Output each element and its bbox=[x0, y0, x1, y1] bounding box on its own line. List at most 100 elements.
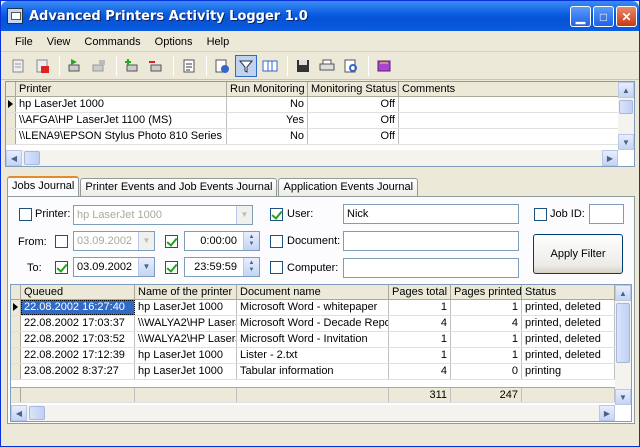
from-date-picker[interactable]: 03.09.2002 ▼ bbox=[73, 231, 155, 251]
from-time-checkbox[interactable] bbox=[165, 235, 178, 248]
col-queued[interactable]: Queued bbox=[21, 285, 135, 299]
tab-jobs-journal[interactable]: Jobs Journal bbox=[7, 176, 80, 196]
close-button[interactable]: ✕ bbox=[616, 6, 637, 27]
to-time-checkbox[interactable] bbox=[165, 261, 178, 274]
filter-button[interactable] bbox=[235, 55, 257, 77]
document-filter-checkbox[interactable] bbox=[270, 235, 283, 248]
user-filter-checkbox[interactable] bbox=[270, 208, 283, 221]
col-document-name[interactable]: Document name bbox=[237, 285, 389, 299]
tab-printer-events[interactable]: Printer Events and Job Events Journal bbox=[80, 178, 278, 196]
to-date-checkbox[interactable] bbox=[55, 261, 68, 274]
maximize-icon: □ bbox=[599, 9, 608, 24]
col-printer[interactable]: Printer bbox=[16, 82, 227, 96]
columns-icon bbox=[262, 60, 278, 72]
printer-row[interactable]: \\AFGA\HP LaserJet 1100 (MS) Yes Off bbox=[6, 113, 634, 129]
scroll-up-icon[interactable]: ▲ bbox=[618, 82, 634, 98]
printer-properties-button[interactable] bbox=[178, 55, 200, 77]
save-button[interactable] bbox=[292, 55, 314, 77]
scroll-left-icon[interactable]: ◀ bbox=[6, 150, 22, 166]
scroll-right-icon[interactable]: ▶ bbox=[599, 405, 615, 421]
close-icon: ✕ bbox=[621, 9, 632, 24]
apply-filter-button[interactable]: Apply Filter bbox=[533, 234, 623, 274]
printers-grid: Printer Run Monitoring Monitoring Status… bbox=[5, 81, 635, 167]
job-row[interactable]: 22.08.2002 17:12:39 hp LaserJet 1000 Lis… bbox=[11, 348, 631, 364]
print-preview-button[interactable] bbox=[340, 55, 362, 77]
spin-icon[interactable]: ▲ ▼ bbox=[243, 258, 259, 276]
job-row[interactable]: 23.08.2002 8:37:27 hp LaserJet 1000 Tabu… bbox=[11, 364, 631, 380]
to-time-input[interactable]: 23:59:59 ▲ ▼ bbox=[184, 257, 260, 277]
menu-help[interactable]: Help bbox=[200, 36, 237, 48]
jobid-filter-checkbox[interactable] bbox=[534, 208, 547, 221]
computer-filter-checkbox[interactable] bbox=[270, 261, 283, 274]
jobid-input[interactable] bbox=[589, 204, 624, 224]
tab-application-events[interactable]: Application Events Journal bbox=[278, 178, 419, 196]
job-row[interactable]: 22.08.2002 17:03:52 \\WALYA2\HP LaserJet… bbox=[11, 332, 631, 348]
job-row[interactable]: 22.08.2002 16:27:40 hp LaserJet 1000 Mic… bbox=[11, 300, 631, 316]
print-button[interactable] bbox=[316, 55, 338, 77]
jobs-vscroll[interactable]: ▲ ▼ bbox=[615, 285, 631, 405]
spin-icon[interactable]: ▲ ▼ bbox=[243, 232, 259, 250]
to-date-picker[interactable]: 03.09.2002 ▼ bbox=[73, 257, 155, 277]
minimize-icon: ▁ bbox=[575, 9, 586, 24]
col-comments[interactable]: Comments bbox=[399, 82, 619, 96]
scroll-right-icon[interactable]: ▶ bbox=[602, 150, 618, 166]
printers-header: Printer Run Monitoring Monitoring Status… bbox=[6, 82, 634, 97]
printers-hscroll[interactable]: ◀ ▶ bbox=[6, 150, 618, 166]
jobs-footer-totals: 311 247 bbox=[11, 387, 615, 403]
printers-vscroll[interactable]: ▲ ▼ bbox=[618, 82, 634, 150]
col-printer-name[interactable]: Name of the printer bbox=[135, 285, 237, 299]
menu-commands[interactable]: Commands bbox=[77, 36, 147, 48]
col-status[interactable]: Status bbox=[522, 285, 615, 299]
menu-file[interactable]: File bbox=[1, 36, 40, 48]
document-input[interactable] bbox=[343, 231, 519, 251]
printer-row[interactable]: hp LaserJet 1000 No Off bbox=[6, 97, 634, 113]
printer-stop-icon bbox=[92, 60, 105, 72]
add-printer-button[interactable] bbox=[121, 55, 143, 77]
job-row[interactable]: 22.08.2002 17:03:37 \\WALYA2\HP LaserJet… bbox=[11, 316, 631, 332]
delete-button[interactable] bbox=[31, 55, 53, 77]
scroll-up-icon[interactable]: ▲ bbox=[615, 285, 631, 301]
book-icon bbox=[377, 60, 391, 72]
stop-monitoring-button[interactable] bbox=[88, 55, 110, 77]
title-bar[interactable]: Advanced Printers Activity Logger 1.0 ▁ … bbox=[1, 1, 639, 31]
computer-input[interactable] bbox=[343, 258, 519, 278]
from-date-checkbox[interactable] bbox=[55, 235, 68, 248]
remove-printer-icon bbox=[149, 61, 162, 72]
menu-view[interactable]: View bbox=[40, 36, 78, 48]
properties-button[interactable] bbox=[7, 55, 29, 77]
printer-select[interactable]: hp LaserJet 1000 ▼ bbox=[73, 205, 253, 225]
window-title: Advanced Printers Activity Logger 1.0 bbox=[29, 8, 308, 24]
toolbar bbox=[1, 53, 639, 80]
from-time-input[interactable]: 0:00:00 ▲ ▼ bbox=[184, 231, 260, 251]
jobs-header: Queued Name of the printer Document name… bbox=[11, 285, 631, 300]
printer-start-icon bbox=[68, 59, 80, 72]
print-preview-icon bbox=[344, 59, 357, 73]
user-label: User: bbox=[287, 208, 314, 220]
refresh-button[interactable] bbox=[211, 55, 233, 77]
help-button[interactable] bbox=[373, 55, 395, 77]
start-monitoring-button[interactable] bbox=[64, 55, 86, 77]
add-printer-icon bbox=[125, 59, 138, 72]
maximize-button[interactable]: □ bbox=[593, 6, 614, 27]
scroll-left-icon[interactable]: ◀ bbox=[11, 405, 27, 421]
refresh-icon bbox=[215, 59, 229, 73]
printer-filter-checkbox[interactable] bbox=[19, 208, 32, 221]
computer-label: Computer: bbox=[287, 262, 339, 274]
col-monitoring-status[interactable]: Monitoring Status bbox=[308, 82, 399, 96]
minimize-button[interactable]: ▁ bbox=[570, 6, 591, 27]
user-input[interactable]: Nick bbox=[343, 204, 519, 224]
col-run-monitoring[interactable]: Run Monitoring bbox=[227, 82, 308, 96]
document-icon bbox=[12, 59, 24, 73]
chevron-down-icon: ▼ bbox=[236, 206, 252, 224]
scroll-down-icon[interactable]: ▼ bbox=[615, 389, 631, 405]
menu-options[interactable]: Options bbox=[148, 36, 200, 48]
jobs-hscroll[interactable]: ◀ ▶ bbox=[11, 405, 615, 421]
col-pages-printed[interactable]: Pages printed bbox=[451, 285, 522, 299]
menu-bar: File View Commands Options Help bbox=[1, 32, 639, 52]
printer-row[interactable]: \\LENA9\EPSON Stylus Photo 810 Series No… bbox=[6, 129, 634, 145]
scroll-down-icon[interactable]: ▼ bbox=[618, 134, 634, 150]
remove-printer-button[interactable] bbox=[145, 55, 167, 77]
columns-button[interactable] bbox=[259, 55, 281, 77]
col-pages-total[interactable]: Pages total bbox=[389, 285, 451, 299]
pages-printed-sum: 247 bbox=[451, 388, 522, 402]
